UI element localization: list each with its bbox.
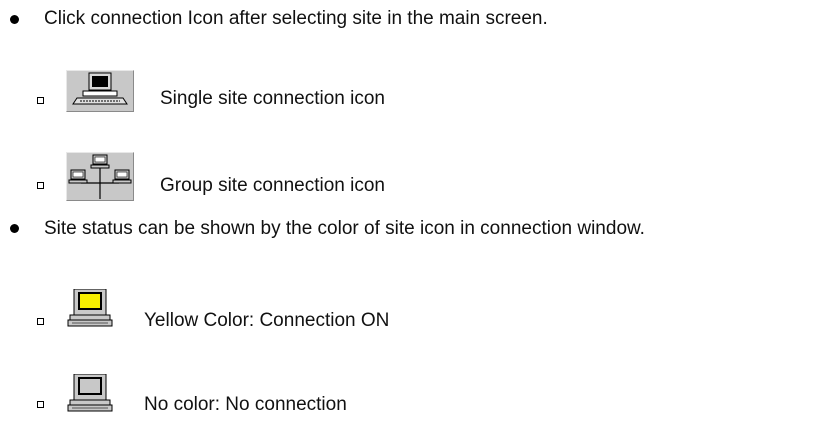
single-site-label: Single site connection icon	[160, 88, 385, 109]
connection-on-label: Yellow Color: Connection ON	[144, 310, 390, 331]
group-site-connection-icon[interactable]	[66, 152, 134, 201]
bullet-point	[10, 224, 19, 233]
sub-bullet	[37, 182, 44, 189]
screen-fill	[80, 294, 100, 308]
bullet-point	[10, 15, 19, 24]
site-connected-icon	[66, 288, 114, 329]
no-connection-label: No color: No connection	[144, 394, 347, 415]
status-description-text: Site status can be shown by the color of…	[44, 218, 645, 239]
instruction-text: Click connection Icon after selecting si…	[44, 8, 548, 29]
sub-bullet	[37, 97, 44, 104]
sub-bullet	[37, 401, 44, 408]
sub-bullet	[37, 318, 44, 325]
site-disconnected-icon	[66, 373, 114, 414]
single-site-connection-icon[interactable]	[66, 70, 134, 112]
group-site-label: Group site connection icon	[160, 175, 385, 196]
